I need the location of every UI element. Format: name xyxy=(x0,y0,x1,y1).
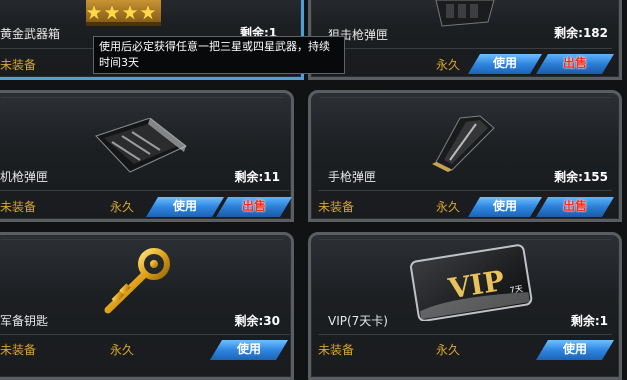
sniper-magazine-icon xyxy=(432,0,502,28)
item-duration: 永久 xyxy=(110,343,135,357)
item-name: 军备钥匙 xyxy=(0,314,49,328)
card-divider xyxy=(318,190,612,191)
item-name: 手枪弹匣 xyxy=(328,170,377,184)
item-name: VIP(7天卡) xyxy=(328,314,388,328)
card-divider xyxy=(0,190,290,191)
use-button[interactable]: 使用 xyxy=(146,197,224,217)
item-duration: 永久 xyxy=(436,58,461,72)
item-duration: 永久 xyxy=(436,200,461,214)
item-status: 未装备 xyxy=(0,200,37,214)
pistol-magazine-icon xyxy=(430,114,496,172)
use-button[interactable]: 使用 xyxy=(468,197,542,217)
vip-card-icon: VIP 7天 xyxy=(408,243,534,322)
gold-weapon-box-icon xyxy=(85,0,161,26)
item-remain: 剩余:182 xyxy=(554,26,608,40)
machine-gun-magazine-icon xyxy=(90,117,188,174)
item-status: 未装备 xyxy=(0,58,37,72)
item-status: 未装备 xyxy=(318,343,355,357)
tooltip-line: 使用后必定获得任意一把三星或四星武器，持续 xyxy=(99,40,330,53)
item-name: 机枪弹匣 xyxy=(0,170,49,184)
card-divider xyxy=(0,334,290,335)
item-remain: 剩余:30 xyxy=(234,314,281,328)
item-remain: 剩余:1 xyxy=(570,314,608,328)
card-divider xyxy=(318,48,612,49)
sell-button[interactable]: 出售 xyxy=(536,197,614,217)
item-status: 未装备 xyxy=(0,343,37,357)
use-button[interactable]: 使用 xyxy=(536,340,614,360)
item-remain: 剩余:155 xyxy=(554,170,608,184)
item-remain: 剩余:11 xyxy=(234,170,281,184)
item-duration: 永久 xyxy=(110,200,135,214)
item-name: 黄金武器箱 xyxy=(0,27,61,41)
use-button[interactable]: 使用 xyxy=(468,54,542,74)
item-duration: 永久 xyxy=(436,343,461,357)
tooltip-line: 时间3天 xyxy=(99,56,139,69)
card-divider xyxy=(318,334,612,335)
item-status: 未装备 xyxy=(318,200,355,214)
item-tooltip: 使用后必定获得任意一把三星或四星武器，持续 时间3天 xyxy=(93,36,345,74)
gold-key-icon xyxy=(98,248,178,318)
sell-button[interactable]: 出售 xyxy=(536,54,614,74)
use-button[interactable]: 使用 xyxy=(210,340,288,360)
sell-button[interactable]: 出售 xyxy=(216,197,292,217)
